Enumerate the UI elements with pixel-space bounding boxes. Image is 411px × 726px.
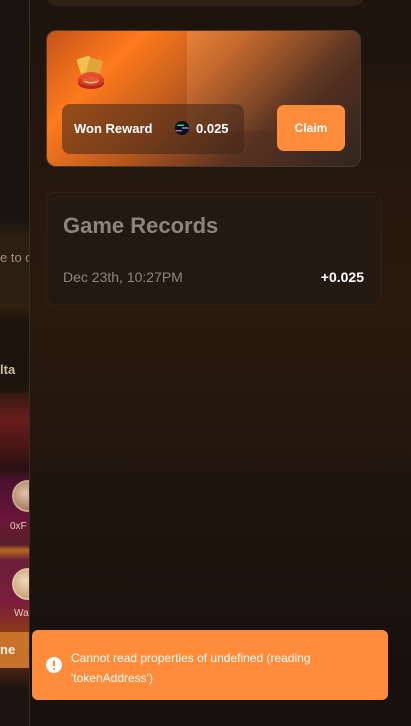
game-records-card: Game Records Dec 23th, 10:27PM +0.025 <box>46 192 381 305</box>
left-banner <box>0 236 29 304</box>
left-action-button-label: ne <box>0 642 16 657</box>
record-time: Dec 23th, 10:27PM <box>63 269 183 285</box>
player-name: Wa <box>14 608 29 619</box>
reward-amount: 0.025 <box>196 121 229 136</box>
reward-info: Won Reward 0.025 <box>62 104 244 154</box>
toast-message: Cannot read properties of undefined (rea… <box>71 651 311 685</box>
side-panel: Won Reward 0.025 Claim Game Records Dec … <box>29 0 411 726</box>
claim-button[interactable]: Claim <box>277 105 345 151</box>
error-icon <box>46 657 62 673</box>
sol-token-icon <box>175 121 189 135</box>
record-amount: +0.025 <box>320 269 364 285</box>
records-title: Game Records <box>63 213 219 238</box>
error-toast[interactable]: Cannot read properties of undefined (rea… <box>32 630 388 700</box>
left-tab-label[interactable]: lta <box>0 362 29 377</box>
reward-card: Won Reward 0.025 Claim <box>46 30 361 167</box>
top-card-edge <box>46 0 364 6</box>
left-banner-text: e to o <box>0 250 29 265</box>
reward-label: Won Reward <box>74 121 153 136</box>
player-name: 0xF <box>10 521 27 532</box>
poker-chip-icon <box>76 55 104 89</box>
